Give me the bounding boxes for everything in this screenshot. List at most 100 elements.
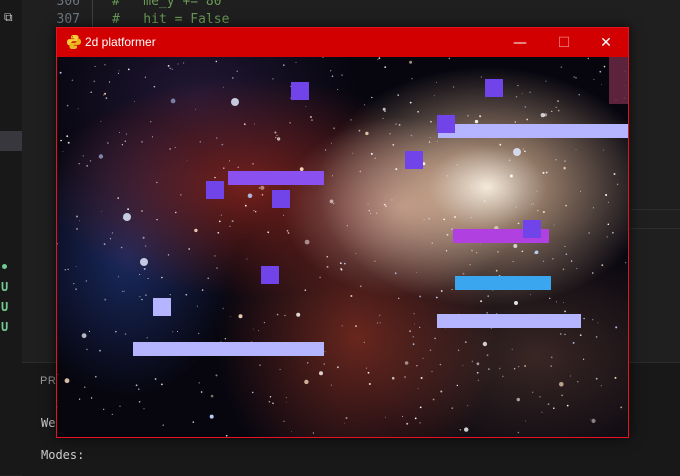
- star: [595, 377, 598, 380]
- platform: [228, 171, 324, 185]
- star: [595, 336, 598, 338]
- star: [529, 91, 531, 93]
- star: [383, 203, 386, 206]
- star: [341, 74, 343, 76]
- star: [512, 260, 514, 262]
- star: [555, 301, 557, 303]
- star: [420, 377, 423, 379]
- star: [196, 305, 198, 307]
- star: [117, 197, 119, 199]
- star: [305, 106, 307, 107]
- star: [532, 203, 534, 205]
- star: [601, 264, 604, 267]
- star: [525, 420, 526, 422]
- star: [141, 298, 143, 301]
- star: [439, 363, 442, 366]
- star: [364, 104, 366, 106]
- star: [135, 384, 138, 387]
- game-window[interactable]: 2d platformer — ☐ ✕: [56, 27, 629, 438]
- star: [220, 214, 223, 216]
- star: [564, 310, 566, 313]
- platform: [437, 314, 581, 328]
- star: [565, 204, 567, 207]
- star: [78, 398, 81, 400]
- star: [532, 391, 534, 393]
- game-canvas[interactable]: [57, 57, 628, 437]
- star: [592, 319, 594, 321]
- star: [429, 349, 432, 351]
- star: [291, 431, 292, 432]
- star: [295, 61, 297, 64]
- star: [524, 365, 527, 367]
- star: [207, 277, 209, 280]
- star: [79, 220, 80, 222]
- star: [223, 167, 225, 169]
- star: [215, 137, 218, 139]
- explorer-icon[interactable]: ⧉: [4, 11, 17, 24]
- star: [330, 70, 332, 72]
- star: [104, 64, 106, 66]
- star: [319, 371, 323, 376]
- star: [258, 187, 261, 189]
- star: [124, 333, 127, 335]
- star: [431, 242, 433, 244]
- star: [89, 160, 92, 162]
- star: [412, 336, 414, 338]
- star: [71, 79, 74, 82]
- star: [446, 175, 448, 177]
- star: [524, 106, 527, 108]
- star: [274, 131, 277, 134]
- star: [499, 367, 501, 370]
- star: [145, 294, 147, 296]
- star: [616, 183, 619, 185]
- star: [169, 148, 171, 150]
- star: [397, 94, 400, 96]
- star: [172, 331, 174, 333]
- code-line[interactable]: # me_y += 80: [112, 0, 222, 11]
- star: [272, 402, 274, 405]
- star: [620, 406, 623, 409]
- star: [319, 276, 321, 279]
- minimize-button[interactable]: —: [498, 28, 542, 57]
- star: [355, 325, 357, 328]
- star: [276, 134, 278, 137]
- window-titlebar[interactable]: 2d platformer — ☐ ✕: [57, 28, 628, 57]
- maximize-button[interactable]: ☐: [542, 28, 586, 57]
- star: [615, 326, 618, 329]
- star: [416, 272, 418, 273]
- star: [108, 81, 111, 83]
- star: [287, 232, 290, 234]
- line-number: 306: [56, 0, 80, 9]
- star: [123, 290, 125, 292]
- activity-selected-item[interactable]: [0, 131, 22, 151]
- star: [94, 66, 96, 67]
- star: [370, 213, 371, 215]
- star: [515, 96, 518, 98]
- star: [175, 211, 177, 214]
- star: [253, 328, 254, 330]
- star: [251, 391, 254, 394]
- star: [177, 331, 178, 332]
- star: [125, 133, 127, 135]
- star: [416, 365, 418, 367]
- enemy-block: [485, 79, 503, 97]
- star: [350, 295, 353, 297]
- star: [283, 420, 285, 422]
- close-button[interactable]: ✕: [584, 28, 628, 57]
- star: [379, 314, 381, 316]
- star: [343, 422, 345, 424]
- star: [107, 142, 109, 144]
- star: [378, 57, 381, 60]
- player-sprite: [153, 298, 171, 316]
- platform: [133, 342, 324, 356]
- star: [238, 314, 243, 319]
- star: [276, 313, 279, 316]
- star: [529, 294, 531, 296]
- star: [480, 76, 482, 78]
- star: [247, 193, 253, 199]
- star: [332, 175, 333, 177]
- star: [231, 220, 234, 223]
- star: [84, 386, 86, 388]
- star: [330, 384, 332, 386]
- star: [64, 378, 70, 384]
